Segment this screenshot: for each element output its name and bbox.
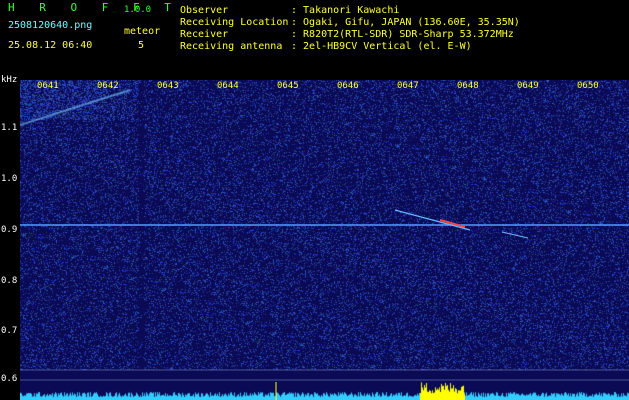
header-panel: H R O F F T 1.0.0 2508120640.png meteor … xyxy=(0,0,629,80)
spectrogram-overlay xyxy=(20,209,629,400)
y-tick-label: 0.7 xyxy=(1,326,18,336)
time-tick-label: 0641 xyxy=(37,81,59,91)
info-label-location: Receiving Location xyxy=(180,17,289,28)
meteor-trail xyxy=(501,231,529,239)
info-value-receiver: : R820T2(RTL-SDR) SDR-Sharp 53.372MHz xyxy=(291,29,514,40)
spectrogram-plot xyxy=(20,80,629,400)
app-title: H R O F F T xyxy=(8,1,180,14)
y-tick-label: 1.1 xyxy=(1,123,18,133)
time-tick-label: 0645 xyxy=(277,81,299,91)
time-tick-label: 0647 xyxy=(397,81,419,91)
time-tick-label: 0646 xyxy=(337,81,359,91)
event-count: 5 xyxy=(138,40,145,51)
info-value-antenna: : 2el-HB9CV Vertical (el. E-W) xyxy=(291,41,472,52)
info-value-observer: : Takanori Kawachi xyxy=(291,5,400,16)
frequency-axis: kHz 1.1 1.0 0.9 0.8 0.7 0.6 xyxy=(0,75,20,400)
date-time: 25.08.12 06:40 xyxy=(8,40,93,51)
info-value-location: : Ogaki, Gifu, JAPAN (136.60E, 35.35N) xyxy=(291,17,520,28)
app-version: 1.0.0 xyxy=(124,5,152,15)
time-tick-label: 0649 xyxy=(517,81,539,91)
event-label: meteor xyxy=(124,26,161,37)
time-tick-label: 0643 xyxy=(157,81,179,91)
y-tick-label: 0.6 xyxy=(1,374,18,384)
time-tick-label: 0650 xyxy=(577,81,599,91)
meteor-trail xyxy=(394,209,471,231)
info-label-antenna: Receiving antenna xyxy=(180,41,283,52)
y-tick-label: 0.9 xyxy=(1,225,18,235)
file-name: 2508120640.png xyxy=(8,20,93,31)
info-label-observer: Observer xyxy=(180,5,229,16)
time-tick-label: 0644 xyxy=(217,81,239,91)
info-label-receiver: Receiver xyxy=(180,29,229,40)
y-tick-label: 1.0 xyxy=(1,174,18,184)
time-tick-label: 0648 xyxy=(457,81,479,91)
y-tick-label: 0.8 xyxy=(1,276,18,286)
time-tick-label: 0642 xyxy=(97,81,119,91)
axis-unit-label: kHz xyxy=(1,75,18,85)
